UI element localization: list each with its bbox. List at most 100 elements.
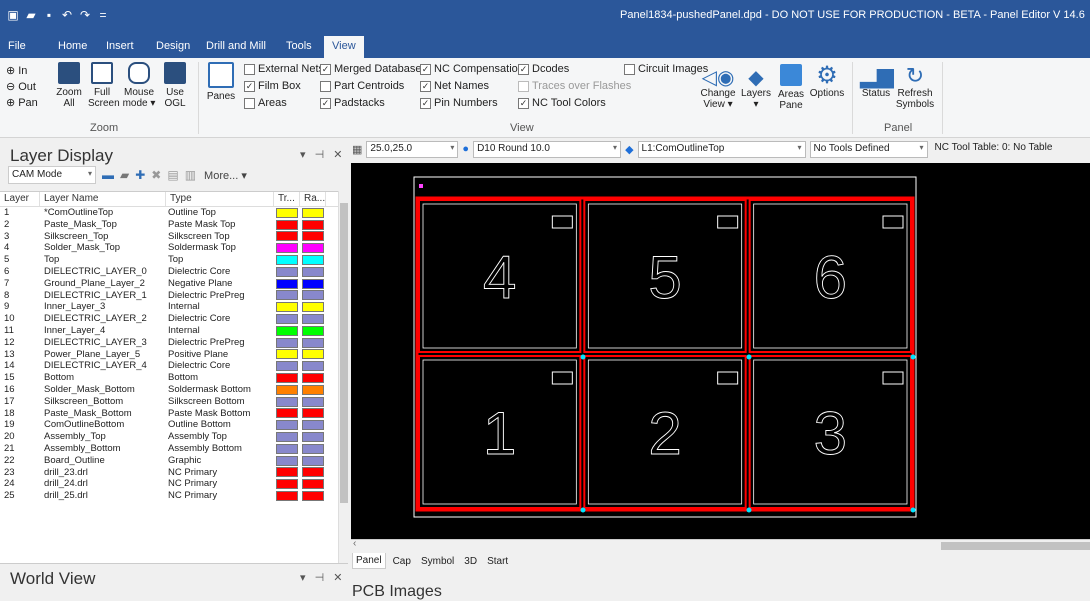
raster-color-cell[interactable] xyxy=(300,372,326,384)
panes-button[interactable]: Panes xyxy=(206,62,236,102)
open-icon[interactable]: ▰ xyxy=(24,8,38,22)
app-icon[interactable]: ▣ xyxy=(6,8,20,22)
layer-row[interactable]: 14 DIELECTRIC_LAYER_4 Dielectric Core xyxy=(0,360,338,372)
save-icon[interactable]: ▪ xyxy=(42,8,56,22)
track-color-cell[interactable] xyxy=(274,419,300,431)
bottom-tab-symbol[interactable]: Symbol xyxy=(418,554,457,569)
layer-row[interactable]: 10 DIELECTRIC_LAYER_2 Dielectric Core xyxy=(0,313,338,325)
board-5[interactable]: 5 xyxy=(583,199,747,353)
zoom-in-button[interactable]: ⊕ In xyxy=(6,64,27,78)
board-1[interactable]: 1 xyxy=(418,355,582,509)
zoom-all-button[interactable]: Zoom All xyxy=(56,62,82,109)
raster-color-cell[interactable] xyxy=(300,290,326,302)
col-layer-name[interactable]: Layer Name xyxy=(40,192,166,206)
change-view-button[interactable]: ◁◉ Change View ▾ xyxy=(700,68,736,110)
checkbox-traces-over-flashes[interactable]: Traces over Flashes xyxy=(518,80,631,92)
undo-icon[interactable]: ↶ xyxy=(60,8,74,22)
tab-view[interactable]: View xyxy=(324,36,364,58)
layer-row[interactable]: 5 Top Top xyxy=(0,254,338,266)
use-ogl-button[interactable]: Use OGL xyxy=(162,62,188,109)
customize-icon[interactable]: = xyxy=(96,8,110,22)
track-color-cell[interactable] xyxy=(274,360,300,372)
refresh-symbols-button[interactable]: ↻ Refresh Symbols xyxy=(894,64,936,111)
track-color-cell[interactable] xyxy=(274,431,300,443)
track-color-cell[interactable] xyxy=(274,443,300,455)
track-color-cell[interactable] xyxy=(274,242,300,254)
checkbox-part-centroids[interactable]: Part Centroids xyxy=(320,80,404,92)
track-color-cell[interactable] xyxy=(274,231,300,243)
scroll-thumb[interactable] xyxy=(340,203,348,503)
raster-color-cell[interactable] xyxy=(300,207,326,219)
track-color-cell[interactable] xyxy=(274,290,300,302)
track-color-cell[interactable] xyxy=(274,455,300,467)
more-menu[interactable]: More... ▾ xyxy=(204,169,247,182)
dcode-select[interactable]: D10 Round 10.0 ▾ xyxy=(473,140,622,158)
raster-color-cell[interactable] xyxy=(300,419,326,431)
layer-row[interactable]: 23 drill_23.drl NC Primary xyxy=(0,467,338,479)
track-color-cell[interactable] xyxy=(274,337,300,349)
tools-select[interactable]: No Tools Defined ▾ xyxy=(809,140,928,158)
tab-file[interactable]: File xyxy=(8,37,26,58)
raster-color-cell[interactable] xyxy=(300,467,326,479)
mouse-mode-button[interactable]: Mouse mode ▾ xyxy=(122,62,156,109)
full-screen-button[interactable]: Full Screen xyxy=(88,62,120,109)
raster-color-cell[interactable] xyxy=(300,301,326,313)
layer-row[interactable]: 16 Solder_Mask_Bottom Soldermask Bottom xyxy=(0,384,338,396)
track-color-cell[interactable] xyxy=(274,266,300,278)
track-color-cell[interactable] xyxy=(274,467,300,479)
folder-icon[interactable]: ▰ xyxy=(120,168,129,182)
layer-row[interactable]: 6 DIELECTRIC_LAYER_0 Dielectric Core xyxy=(0,266,338,278)
panel-controls[interactable]: ▾ ⊣ ✕ xyxy=(300,148,345,161)
pcb-canvas[interactable]: 4 5 6 1 2 3 xyxy=(351,163,1090,539)
bottom-tab-start[interactable]: Start xyxy=(484,554,511,569)
layer-row[interactable]: 15 Bottom Bottom xyxy=(0,372,338,384)
tab-insert[interactable]: Insert xyxy=(106,37,134,58)
layer-row[interactable]: 20 Assembly_Top Assembly Top xyxy=(0,431,338,443)
scroll-thumb[interactable] xyxy=(941,542,1090,550)
board-4[interactable]: 4 xyxy=(418,199,582,353)
tab-drill-and-mill[interactable]: Drill and Mill xyxy=(206,37,266,58)
track-color-cell[interactable] xyxy=(274,313,300,325)
raster-color-cell[interactable] xyxy=(300,242,326,254)
layer-row[interactable]: 25 drill_25.drl NC Primary xyxy=(0,490,338,502)
checkbox-areas[interactable]: Areas xyxy=(244,97,287,109)
board-6[interactable]: 6 xyxy=(748,199,912,353)
nc-table-select[interactable]: NC Tool Table: 0: No Table xyxy=(932,141,1052,158)
checkbox-nc-tool-colors[interactable]: ✓ NC Tool Colors xyxy=(518,97,606,109)
raster-color-cell[interactable] xyxy=(300,360,326,372)
layer-row[interactable]: 24 drill_24.drl NC Primary xyxy=(0,478,338,490)
bottom-tab-panel[interactable]: Panel xyxy=(352,553,386,569)
pan-button[interactable]: ⊕ Pan xyxy=(6,96,38,110)
checkbox-film-box[interactable]: ✓ Film Box xyxy=(244,80,301,92)
track-color-cell[interactable] xyxy=(274,219,300,231)
checkbox-external-nets[interactable]: External Nets xyxy=(244,63,324,75)
layer-row[interactable]: 3 Silkscreen_Top Silkscreen Top xyxy=(0,231,338,243)
layer-row[interactable]: 17 Silkscreen_Bottom Silkscreen Bottom xyxy=(0,396,338,408)
raster-color-cell[interactable] xyxy=(300,266,326,278)
layer-select[interactable]: L1:ComOutlineTop ▾ xyxy=(637,140,806,158)
checkbox-net-names[interactable]: ✓ Net Names xyxy=(420,80,489,92)
status-button[interactable]: ▂▆ Status xyxy=(860,64,894,100)
raster-color-cell[interactable] xyxy=(300,408,326,420)
checkbox-nc-compensation[interactable]: ✓ NC Compensation xyxy=(420,63,524,75)
layer-row[interactable]: 1 *ComOutlineTop Outline Top xyxy=(0,207,338,219)
raster-color-cell[interactable] xyxy=(300,396,326,408)
cam-mode-select[interactable]: CAM Mode ▾ xyxy=(8,166,96,184)
add-icon[interactable]: ✚ xyxy=(135,168,145,182)
track-color-cell[interactable] xyxy=(274,408,300,420)
raster-color-cell[interactable] xyxy=(300,325,326,337)
layer-row[interactable]: 7 Ground_Plane_Layer_2 Negative Plane xyxy=(0,278,338,290)
raster-color-cell[interactable] xyxy=(300,278,326,290)
board-3[interactable]: 3 xyxy=(748,355,912,509)
track-color-cell[interactable] xyxy=(274,278,300,290)
track-color-cell[interactable] xyxy=(274,325,300,337)
layer-row[interactable]: 21 Assembly_Bottom Assembly Bottom xyxy=(0,443,338,455)
save-icon[interactable]: ▬ xyxy=(102,168,114,182)
layer-table-scrollbar[interactable] xyxy=(338,191,348,563)
raster-color-cell[interactable] xyxy=(300,431,326,443)
checkbox-circuit-images[interactable]: Circuit Images xyxy=(624,63,708,75)
raster-color-cell[interactable] xyxy=(300,313,326,325)
track-color-cell[interactable] xyxy=(274,478,300,490)
track-color-cell[interactable] xyxy=(274,384,300,396)
track-color-cell[interactable] xyxy=(274,349,300,361)
